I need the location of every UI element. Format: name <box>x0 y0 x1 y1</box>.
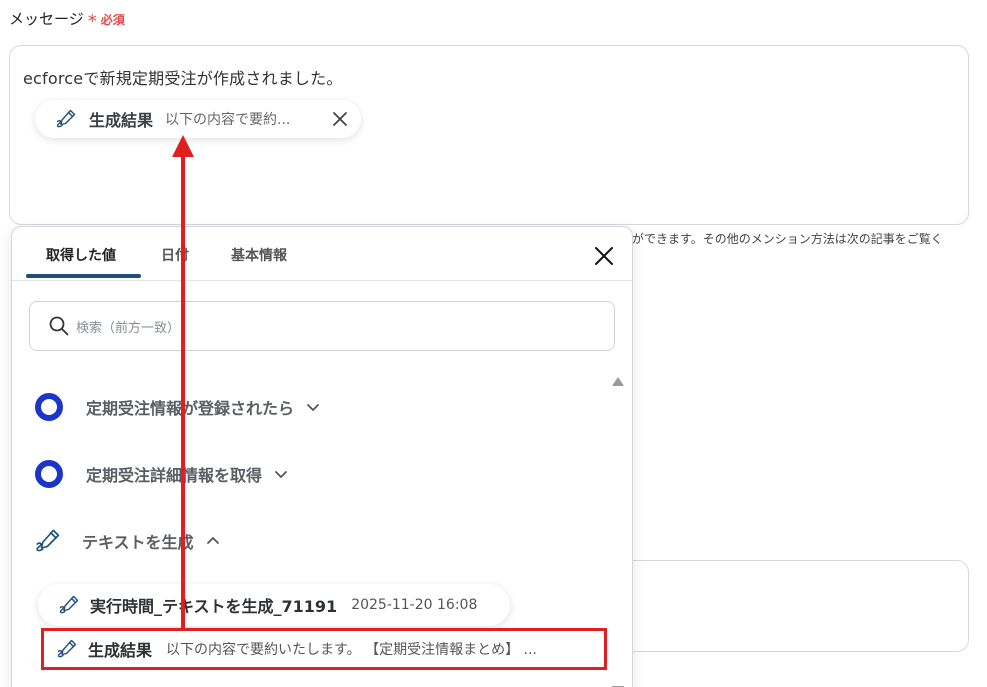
search-input[interactable]: 検索（前方一致） <box>29 301 615 351</box>
message-text: ecforceで新規定期受注が作成されました。 <box>23 69 343 88</box>
chip-desc: 以下の内容で要約... <box>165 112 291 128</box>
field-label-text: メッセージ <box>9 10 84 28</box>
active-tab-indicator <box>26 274 141 278</box>
chevron-down-icon <box>307 404 319 411</box>
required-mark: * <box>87 11 97 32</box>
search-placeholder: 検索（前方一致） <box>76 320 181 336</box>
message-variable-chip[interactable]: 生成結果 以下の内容で要約... <box>35 100 361 138</box>
search-icon <box>49 316 69 336</box>
group-label: テキストを生成 <box>82 533 194 552</box>
pen-icon <box>36 529 60 552</box>
secondary-field[interactable] <box>600 560 969 652</box>
highlight-box <box>41 628 607 670</box>
help-text: ができます。その他のメンション方法は次の記事をご覧く <box>632 232 943 246</box>
tab-basic-info[interactable]: 基本情報 <box>231 245 287 265</box>
pen-icon <box>59 595 79 614</box>
tab-bar: 取得した値 日付 基本情報 <box>12 227 632 281</box>
item-desc: 2025-11-20 16:08 <box>351 597 478 613</box>
pen-icon <box>56 109 76 128</box>
tab-date[interactable]: 日付 <box>161 245 189 265</box>
required-text: 必須 <box>100 13 125 27</box>
chevron-down-icon <box>275 471 287 478</box>
chip-title: 生成結果 <box>89 111 154 130</box>
variable-item-exec-time[interactable]: 実行時間_テキストを生成_71191 2025-11-20 16:08 <box>38 584 510 626</box>
item-title: 実行時間_テキストを生成_71191 <box>90 597 338 616</box>
ecforce-ring-icon <box>35 460 63 488</box>
group-label: 定期受注詳細情報を取得 <box>86 466 263 485</box>
chevron-up-icon <box>206 537 219 544</box>
ecforce-ring-icon <box>35 393 63 421</box>
group-subscription-registered[interactable]: 定期受注情報が登録されたら <box>34 392 320 422</box>
close-icon[interactable] <box>592 244 616 268</box>
tab-acquired-values[interactable]: 取得した値 <box>46 245 116 265</box>
scroll-up-arrow-icon[interactable] <box>612 377 624 386</box>
group-label: 定期受注情報が登録されたら <box>86 399 295 418</box>
field-label: メッセージ * 必須 <box>9 8 125 32</box>
close-icon[interactable] <box>329 108 351 130</box>
group-subscription-detail[interactable]: 定期受注詳細情報を取得 <box>34 459 288 489</box>
group-text-generation[interactable]: テキストを生成 <box>34 526 220 556</box>
variable-picker-panel: 取得した値 日付 基本情報 検索（前方一致） 定期受注情報が登録されたら 定期受… <box>11 226 633 687</box>
